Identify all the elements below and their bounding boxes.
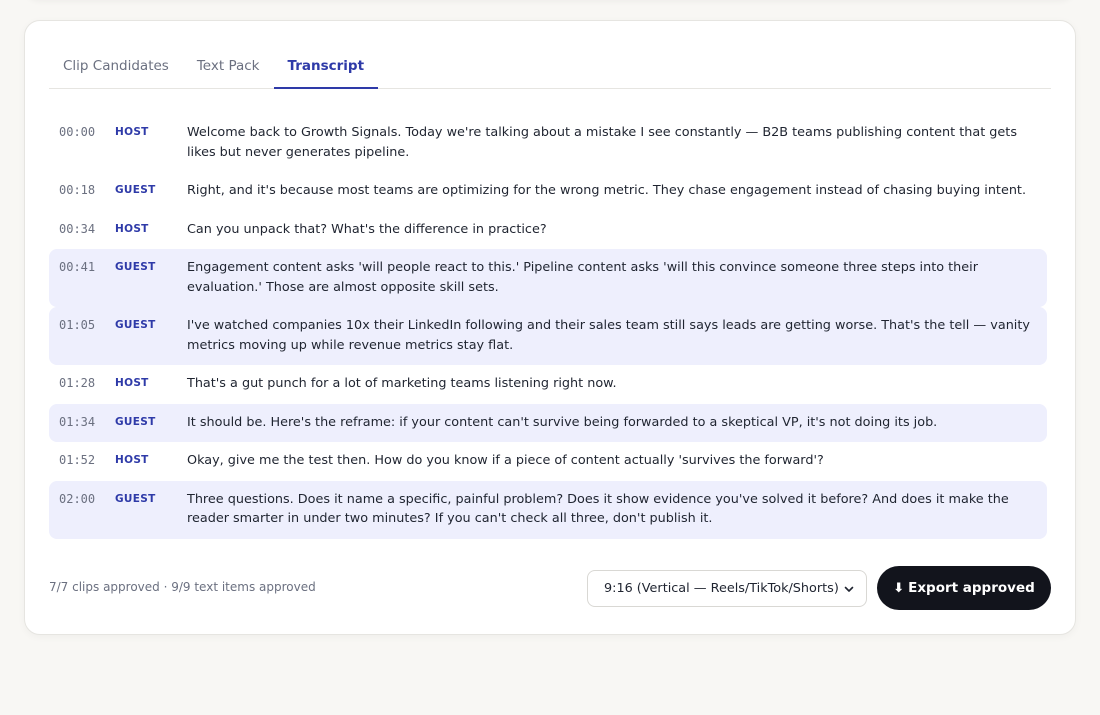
transcript-text: Welcome back to Growth Signals. Today we… xyxy=(187,125,1017,160)
transcript-row[interactable]: 00:18 GUEST Right, and it's because most t… xyxy=(49,172,1047,211)
transcript-text: I've watched companies 10x their LinkedI… xyxy=(187,318,1030,353)
export-approved-button[interactable]: ⬇ Export approved xyxy=(877,566,1051,610)
transcript-list[interactable]: 00:00 HOST Welcome back to Growth Signals.… xyxy=(49,114,1047,550)
speaker-label: GUEST xyxy=(115,492,156,505)
transcript-text: It should be. Here's the reframe: if you… xyxy=(187,414,938,430)
transcript-text: Right, and it's because most teams are o… xyxy=(187,183,1027,198)
transcript-row[interactable]: 02:00 GUEST Three questions. Does it name … xyxy=(49,480,1047,539)
transcript-text: Can you unpack that? What's the differen… xyxy=(187,221,547,237)
timestamp[interactable]: 01:28 xyxy=(59,374,115,394)
transcript-row[interactable]: 01:52 HOST Okay, give me the test then. Ho… xyxy=(49,442,1047,481)
tab-transcript[interactable]: Transcript xyxy=(273,47,379,89)
download-arrow-icon: ⬇ xyxy=(893,580,905,596)
transcript-row[interactable]: 01:28 HOST That's a gut punch for a lot of… xyxy=(49,365,1047,404)
transcript-row[interactable]: 00:41 GUEST Engagement content asks 'will … xyxy=(49,249,1047,307)
timestamp[interactable]: 00:00 xyxy=(59,123,115,143)
speaker-label: GUEST xyxy=(115,261,156,273)
tab-bar: Clip Candidates Text Pack Transcript xyxy=(49,47,1051,89)
speaker-label: GUEST xyxy=(115,184,156,196)
transcript-row[interactable]: 01:05 GUEST I've watched companies 10x the… xyxy=(49,307,1047,365)
tab-clip-candidates[interactable]: Clip Candidates xyxy=(49,47,183,89)
export-button-label: Export approved xyxy=(908,580,1035,596)
transcript-text: I want to sit with that second one — 'ev… xyxy=(187,548,1037,551)
transcript-text: Three questions. Does it name a specific… xyxy=(187,491,1009,527)
speaker-label: HOST xyxy=(115,126,149,138)
timestamp[interactable]: 01:05 xyxy=(59,316,115,336)
timestamp[interactable]: 02:28 xyxy=(59,548,115,551)
transcript-row[interactable]: 02:28HOSTI want to sit with that second … xyxy=(49,539,1047,551)
transcript-panel: Clip Candidates Text Pack Transcript 00:… xyxy=(24,20,1076,635)
timestamp[interactable]: 00:18 xyxy=(59,181,115,201)
timestamp[interactable]: 01:34 xyxy=(59,413,115,433)
speaker-label: HOST xyxy=(115,548,187,551)
chevron-down-icon xyxy=(844,586,854,592)
format-select[interactable]: 9:16 (Vertical — Reels/TikTok/Shorts) xyxy=(587,570,867,607)
speaker-label: GUEST xyxy=(115,319,156,331)
timestamp[interactable]: 00:34 xyxy=(59,220,115,240)
approval-status: 7/7 clips approved · 9/9 text items appr… xyxy=(49,580,316,594)
timestamp[interactable]: 01:52 xyxy=(59,451,115,471)
speaker-label: HOST xyxy=(115,454,149,466)
transcript-row[interactable]: 00:34 HOST Can you unpack that? What's the… xyxy=(49,211,1047,250)
speaker-label: GUEST xyxy=(115,415,156,428)
speaker-label: HOST xyxy=(115,222,149,235)
speaker-label: HOST xyxy=(115,377,149,389)
transcript-text: That's a gut punch for a lot of marketin… xyxy=(187,376,617,391)
format-select-value: 9:16 (Vertical — Reels/TikTok/Shorts) xyxy=(604,581,839,596)
transcript-row[interactable]: 01:34 GUEST It should be. Here's the refra… xyxy=(49,403,1047,442)
transcript-row[interactable]: 00:00 HOST Welcome back to Growth Signals.… xyxy=(49,114,1047,172)
transcript-text: Okay, give me the test then. How do you … xyxy=(187,453,824,468)
transcript-text: Engagement content asks 'will people rea… xyxy=(187,260,978,295)
timestamp[interactable]: 00:41 xyxy=(59,258,115,278)
timestamp[interactable]: 02:00 xyxy=(59,490,115,510)
tab-text-pack[interactable]: Text Pack xyxy=(183,47,274,89)
